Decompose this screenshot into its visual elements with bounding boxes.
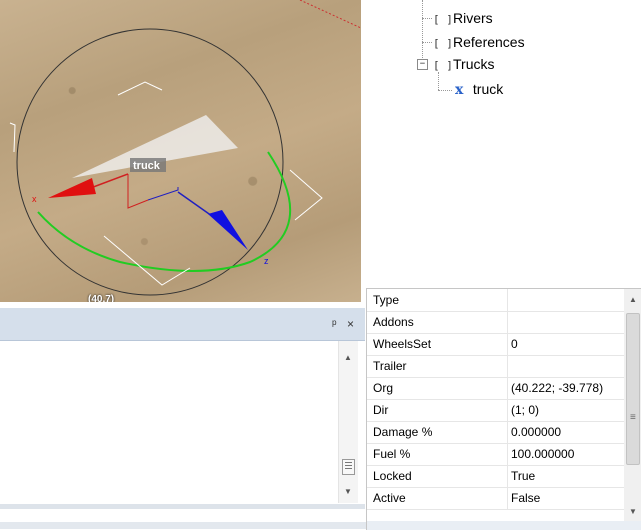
tree-guide — [438, 90, 452, 91]
horizontal-scrollbar[interactable] — [0, 504, 365, 509]
property-name: Type — [373, 293, 400, 307]
property-row[interactable]: Org (40.222; -39.778) — [367, 377, 624, 400]
x-axis-arrow[interactable] — [48, 178, 96, 198]
scroll-down-icon[interactable]: ▼ — [629, 507, 637, 516]
scene-tree[interactable]: [ ]Rivers [ ]References − [ ]Trucks x tr… — [361, 0, 641, 282]
bound-bracket — [117, 81, 163, 96]
property-value[interactable]: (1; 0) — [511, 403, 623, 417]
property-row[interactable]: Dir (1; 0) — [367, 399, 624, 422]
tree-guide — [422, 0, 423, 66]
viewport-canvas[interactable]: x z truck — [0, 0, 361, 302]
gizmo-line — [127, 174, 149, 209]
docked-panel: ᵖ × ▲ ▼ — [0, 308, 365, 529]
scroll-grip-icon: ≡ — [630, 412, 636, 423]
panel-header: ᵖ × — [0, 308, 365, 341]
property-name: Trailer — [373, 359, 407, 373]
tree-item-label: References — [453, 34, 525, 50]
property-row[interactable]: Addons — [367, 311, 624, 334]
object-label[interactable]: truck — [133, 160, 161, 172]
scroll-up-icon[interactable]: ▲ — [629, 295, 637, 304]
z-axis-letter: z — [264, 256, 269, 266]
collapse-toggle[interactable]: − — [417, 59, 428, 70]
property-value[interactable]: 0.000000 — [511, 425, 623, 439]
column-divider — [507, 465, 508, 487]
close-icon[interactable]: × — [347, 317, 354, 331]
tree-item-references[interactable]: [ ]References — [433, 33, 525, 51]
scroll-grip-icon[interactable] — [342, 459, 355, 475]
tree-guide — [422, 18, 432, 19]
property-row[interactable]: Trailer — [367, 355, 624, 378]
scroll-down-icon[interactable]: ▼ — [344, 487, 352, 496]
column-divider — [507, 487, 508, 509]
tree-guide — [422, 42, 432, 43]
column-divider — [507, 399, 508, 421]
property-row[interactable]: Damage % 0.000000 — [367, 421, 624, 444]
property-name: Addons — [373, 315, 414, 329]
z-axis-line — [177, 191, 213, 217]
property-row[interactable]: Locked True — [367, 465, 624, 488]
column-divider — [507, 311, 508, 333]
panel-body[interactable] — [0, 341, 365, 529]
x-object-icon: x — [455, 82, 464, 98]
column-divider — [507, 355, 508, 377]
vertical-scrollbar[interactable]: ▲ ▼ — [338, 341, 358, 503]
property-row[interactable]: Fuel % 100.000000 — [367, 443, 624, 466]
property-name: WheelsSet — [373, 337, 432, 351]
property-value[interactable]: True — [511, 469, 623, 483]
column-divider — [507, 333, 508, 355]
tree-item-label: Rivers — [453, 10, 493, 26]
tree-item-rivers[interactable]: [ ]Rivers — [433, 9, 493, 27]
x-axis-letter: x — [32, 194, 37, 204]
column-divider — [507, 289, 508, 311]
property-name: Dir — [373, 403, 389, 417]
property-name: Damage % — [373, 425, 433, 439]
property-value[interactable]: False — [511, 491, 623, 505]
scroll-thumb[interactable]: ≡ — [626, 313, 640, 465]
tree-item-trucks[interactable]: [ ]Trucks — [433, 55, 494, 73]
bracket-node-icon: [ ] — [433, 37, 453, 50]
property-row[interactable]: Active False — [367, 487, 624, 510]
column-divider — [507, 377, 508, 399]
property-row[interactable]: WheelsSet 0 — [367, 333, 624, 356]
property-name: Fuel % — [373, 447, 411, 461]
bracket-node-icon: [ ] — [433, 59, 453, 72]
coord-readout: (40.7) — [88, 294, 115, 302]
tree-item-label: truck — [472, 81, 504, 97]
property-value[interactable]: 100.000000 — [511, 447, 623, 461]
property-grid[interactable]: Type Addons WheelsSet 0 Trailer Org (40.… — [366, 288, 641, 530]
tree-item-truck[interactable]: x truck — [455, 80, 503, 98]
scroll-up-icon[interactable]: ▲ — [344, 353, 352, 362]
map-viewport[interactable]: x z truck (40.7) — [0, 0, 361, 302]
property-row[interactable]: Type — [367, 289, 624, 312]
pin-icon[interactable]: ᵖ — [332, 317, 337, 331]
bracket-node-icon: [ ] — [433, 13, 453, 26]
property-name: Active — [373, 491, 406, 505]
gizmo-line — [147, 187, 179, 201]
column-divider — [507, 421, 508, 443]
z-axis-arrow[interactable] — [208, 210, 248, 250]
column-divider — [507, 443, 508, 465]
property-value[interactable]: (40.222; -39.778) — [511, 381, 623, 395]
property-name: Org — [373, 381, 394, 395]
bound-bracket — [9, 122, 16, 153]
tree-item-label: Trucks — [453, 56, 495, 72]
bound-bracket — [289, 169, 323, 221]
status-strip — [0, 522, 366, 529]
property-name: Locked — [373, 469, 412, 483]
property-scrollbar[interactable]: ▲ ≡ ▼ — [624, 289, 641, 521]
guide-line — [299, 0, 361, 29]
property-value[interactable]: 0 — [511, 337, 623, 351]
